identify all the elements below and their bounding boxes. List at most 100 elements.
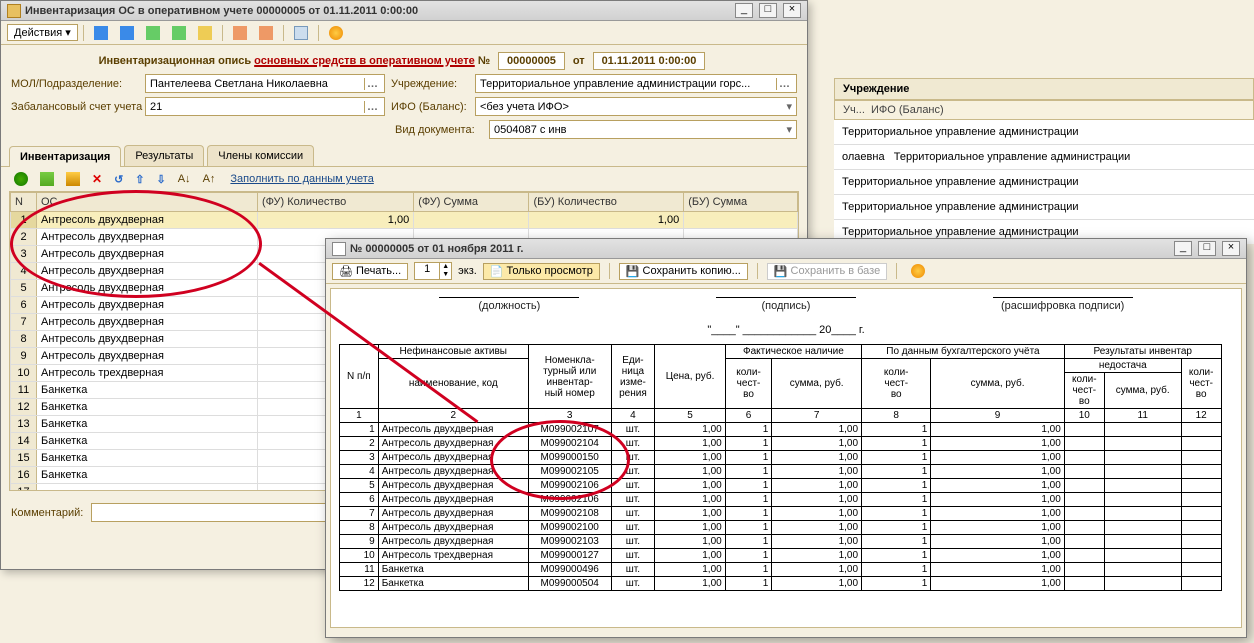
sig-signature: (подпись) [716,297,856,312]
up-icon[interactable]: ⇧ [130,170,149,188]
add-icon[interactable] [9,170,33,188]
maximize-button[interactable]: □ [759,3,777,18]
close-button[interactable]: × [1222,241,1240,256]
save-db-button[interactable]: 💾 Сохранить в базе [767,263,887,280]
ellipsis-icon[interactable]: … [776,78,792,90]
dropdown-icon[interactable]: ▾ [786,100,792,113]
zab-label: Забалансовый счет учета ОС: [11,101,139,113]
report-row: 8Антресоль двухдвернаяМ099002100шт.1,001… [340,521,1222,535]
uch-field[interactable]: Территориальное управление администрации… [475,74,797,93]
maximize-button[interactable]: □ [1198,241,1216,256]
report-row: 5Антресоль двухдвернаяМ099002106шт.1,001… [340,479,1222,493]
ifo-label: ИФО (Баланс): [391,101,469,113]
vid-field[interactable]: 0504087 с инв▾ [489,120,797,139]
report-row: 12БанкеткаМ099000504шт.1,0011,0011,00 [340,577,1222,591]
doc-date[interactable]: 01.11.2011 0:00:00 [593,52,706,70]
tb-icon-2[interactable] [115,24,139,42]
minimize-button[interactable]: _ [735,3,753,18]
view-only-toggle[interactable]: 📄 Только просмотр [483,263,600,280]
bg-row: Территориальное управление администрации [834,120,1254,145]
ellipsis-icon[interactable]: … [364,101,380,113]
close-button[interactable]: × [783,3,801,18]
ellipsis-icon[interactable]: … [364,78,380,90]
tb-icon-3[interactable] [141,24,165,42]
tb-icon-6[interactable] [228,24,252,42]
print-button[interactable]: 🖨 Печать... [332,263,408,280]
tb-icon-7[interactable] [254,24,278,42]
help-icon[interactable] [906,262,930,280]
bg-row: Территориальное управление администрации [834,170,1254,195]
tabs: Инвентаризация Результаты Члены комиссии [1,145,807,167]
report-row: 11БанкеткаМ099000496шт.1,0011,0011,00 [340,563,1222,577]
ifo-field[interactable]: <без учета ИФО>▾ [475,97,797,116]
report-row: 7Антресоль двухдвернаяМ099002108шт.1,001… [340,507,1222,521]
window-title: Инвентаризация ОС в оперативном учете 00… [25,5,729,17]
bg-row: олаевна Территориальное управление админ… [834,145,1254,170]
help-icon[interactable] [324,24,348,42]
report-row: 4Антресоль двухдвернаяМ099002105шт.1,001… [340,465,1222,479]
tab-commission[interactable]: Члены комиссии [207,145,314,166]
mol-field[interactable]: Пантелеева Светлана Николаевна… [145,74,385,93]
sort-asc-icon[interactable]: A↓ [173,170,196,188]
report-row: 9Антресоль двухдвернаяМ099002103шт.1,001… [340,535,1222,549]
refresh-icon[interactable]: ↺ [109,170,128,188]
doc-icon [332,242,346,256]
down-icon[interactable]: ⇩ [152,170,171,188]
window-title: № 00000005 от 01 ноября 2011 г. [350,243,1168,255]
bg-header: Учреждение [834,78,1254,100]
sig-name: (расшифровка подписи) [993,297,1133,312]
actions-menu[interactable]: Действия ▾ [7,24,78,41]
date-line: "____" ____________ 20____ г. [331,320,1241,344]
tab-results[interactable]: Результаты [124,145,204,166]
col-header[interactable]: N [11,193,37,212]
comment-label: Комментарий: [11,507,83,519]
print-preview-window: № 00000005 от 01 ноября 2011 г. _ □ × 🖨 … [325,238,1247,638]
toolbar: Действия ▾ [1,21,807,45]
col-header[interactable]: (ФУ) Сумма [414,193,529,212]
save-copy-button[interactable]: 💾 Сохранить копию... [619,263,748,280]
col-header[interactable]: (БУ) Сумма [684,193,798,212]
table-row[interactable]: 1Антресоль двухдверная1,001,00 [11,212,798,229]
app-icon [7,4,21,18]
bg-row: Территориальное управление администрации [834,195,1254,220]
sort-desc-icon[interactable]: A↑ [198,170,221,188]
tb-icon-4[interactable] [167,24,191,42]
preview-toolbar: 🖨 Печать... 1▲▼ экз. 📄 Только просмотр 💾… [326,259,1246,284]
report-row: 6Антресоль двухдвернаяМ099002106шт.1,001… [340,493,1222,507]
col-header[interactable]: (ФУ) Количество [257,193,413,212]
titlebar[interactable]: Инвентаризация ОС в оперативном учете 00… [1,1,807,21]
report-row: 1Антресоль двухдвернаяМ099002107шт.1,001… [340,423,1222,437]
copies-label: экз. [458,265,477,277]
doc-title: Инвентаризационная опись основных средст… [11,51,797,70]
zab-field[interactable]: 21… [145,97,385,116]
col-header[interactable]: ОС [37,193,258,212]
col-header[interactable]: (БУ) Количество [529,193,684,212]
grid-toolbar: ✕ ↺ ⇧ ⇩ A↓ A↑ Заполнить по данным учета [1,167,807,191]
tb-icon-8[interactable] [289,24,313,42]
tb-icon-5[interactable] [193,24,217,42]
tab-inventory[interactable]: Инвентаризация [9,146,121,167]
report-table: N п/пНефинансовые активыНоменкла- турный… [339,344,1222,591]
titlebar[interactable]: № 00000005 от 01 ноября 2011 г. _ □ × [326,239,1246,259]
edit-icon[interactable] [61,170,85,188]
report-row: 2Антресоль двухдвернаяМ099002104шт.1,001… [340,437,1222,451]
preview-body[interactable]: (должность) (подпись) (расшифровка подпи… [330,288,1242,628]
copy-icon[interactable] [35,170,59,188]
doc-header: Инвентаризационная опись основных средст… [1,45,807,72]
mol-label: МОЛ/Подразделение: [11,78,139,90]
delete-icon[interactable]: ✕ [87,170,107,188]
sig-position: (должность) [439,297,579,312]
report-row: 10Антресоль трехдвернаяМ099000127шт.1,00… [340,549,1222,563]
minimize-button[interactable]: _ [1174,241,1192,256]
dropdown-icon[interactable]: ▾ [786,123,792,136]
report-row: 3Антресоль двухдвернаяМ099000150шт.1,001… [340,451,1222,465]
fill-by-accounting-link[interactable]: Заполнить по данным учета [230,173,373,185]
copies-spinner[interactable]: 1▲▼ [414,262,452,280]
tb-icon-1[interactable] [89,24,113,42]
bg-subheader: Уч... ИФО (Баланс) [834,100,1254,120]
signature-row: (должность) (подпись) (расшифровка подпи… [331,289,1241,320]
doc-number[interactable]: 00000005 [498,52,565,70]
uch-label: Учреждение: [391,78,469,90]
vid-label: Вид документа: [395,124,483,136]
background-panel: Учреждение Уч... ИФО (Баланс) Территориа… [834,30,1254,244]
